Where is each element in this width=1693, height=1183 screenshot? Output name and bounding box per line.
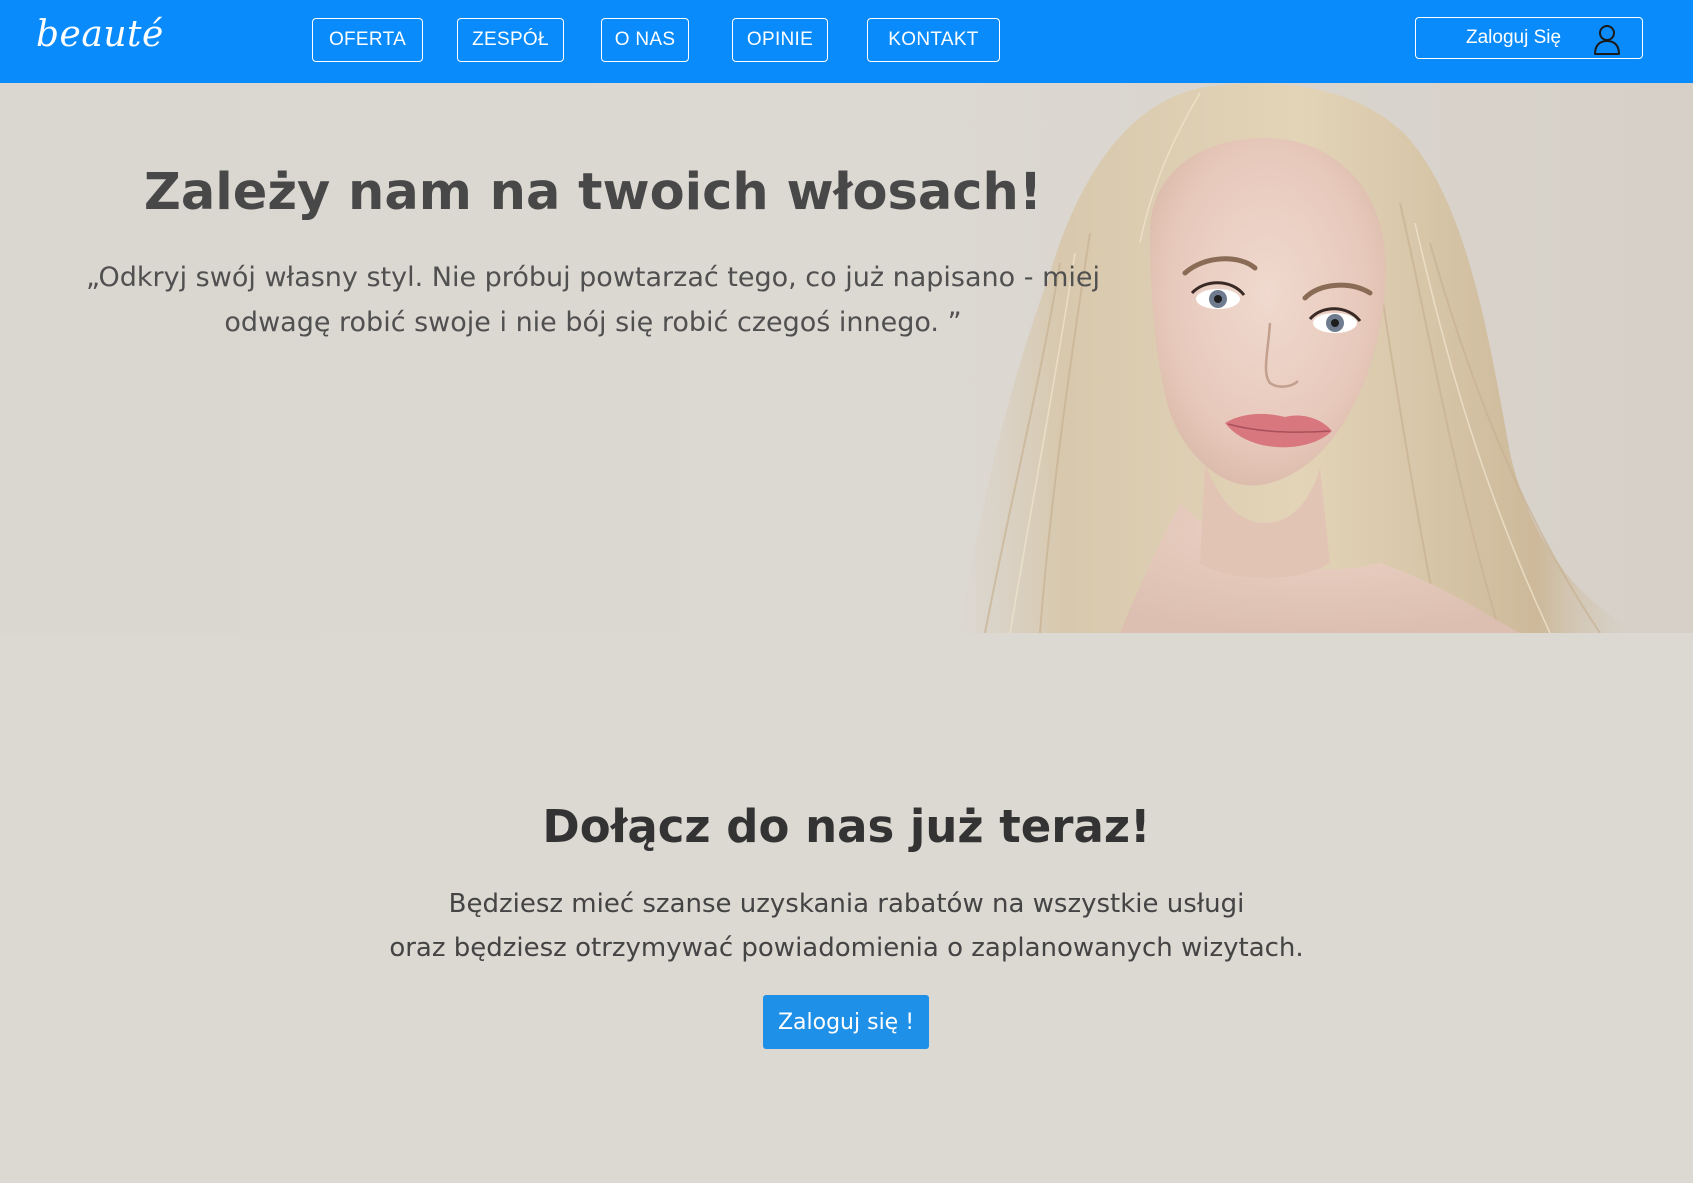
join-login-button[interactable]: Zaloguj się ! — [763, 995, 929, 1049]
hero-section: Zależy nam na twoich włosach! „Odkryj sw… — [0, 83, 1693, 633]
join-description-line-1: Będziesz mieć szanse uzyskania rabatów n… — [448, 889, 1245, 919]
nav-item-opinie[interactable]: OPINIE — [732, 18, 828, 62]
hero-title: Zależy nam na twoich włosach! — [143, 163, 1043, 222]
hero-quote-line-1: „Odkryj swój własny styl. Nie próbuj pow… — [85, 262, 1100, 293]
join-title: Dołącz do nas już teraz! — [542, 800, 1151, 853]
nav-item-o-nas[interactable]: O NAS — [601, 18, 689, 62]
user-icon — [1594, 25, 1620, 55]
join-description: Będziesz mieć szanse uzyskania rabatów n… — [0, 882, 1693, 970]
join-description-line-2: oraz będziesz otrzymywać powiadomienia o… — [389, 933, 1304, 963]
brand-logo[interactable]: beauté — [36, 14, 164, 55]
navbar: beauté OFERTA ZESPÓŁ O NAS OPINIE KONTAK… — [0, 0, 1693, 83]
login-button-label: Zaloguj Się — [1466, 27, 1562, 48]
nav-item-oferta[interactable]: OFERTA — [312, 18, 423, 62]
hero-quote: „Odkryj swój własny styl. Nie próbuj pow… — [60, 255, 1126, 345]
nav-item-kontakt[interactable]: KONTAKT — [867, 18, 1000, 62]
nav-item-zespol[interactable]: ZESPÓŁ — [457, 18, 564, 62]
hero-quote-line-2: odwagę robić swoje i nie bój się robić c… — [224, 307, 962, 338]
login-button[interactable]: Zaloguj Się — [1415, 17, 1643, 59]
